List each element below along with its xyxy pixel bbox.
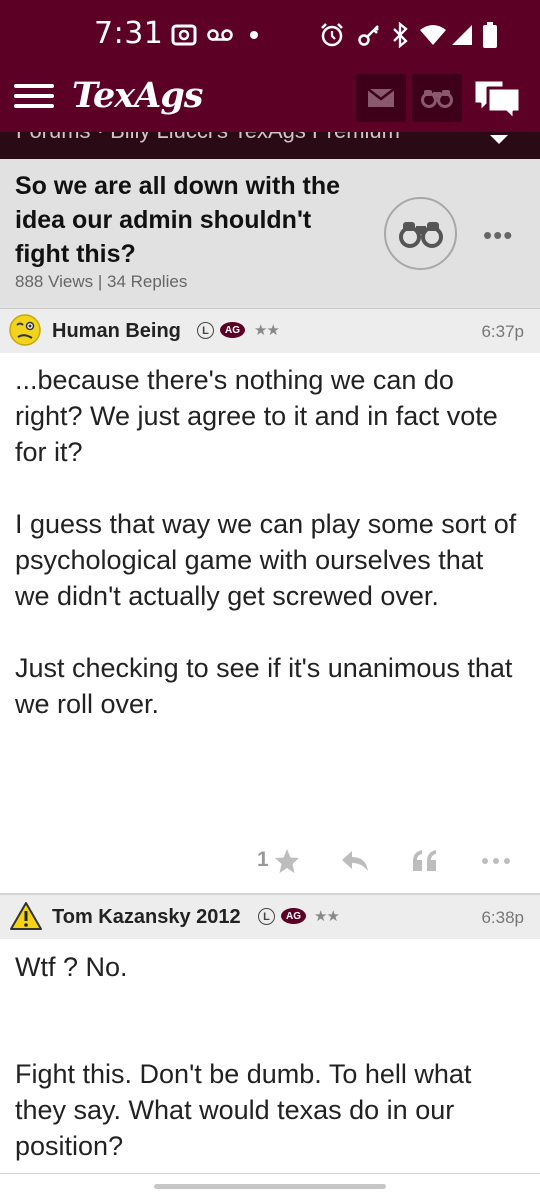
username[interactable]: Tom Kazansky 2012 [52, 906, 241, 929]
like-count: 1 [257, 848, 269, 871]
chevron-down-icon[interactable] [490, 135, 508, 144]
post-paragraph: Wtf ? No. [15, 952, 128, 982]
signal-box-icon [170, 22, 198, 48]
post-divider [0, 1173, 540, 1174]
username[interactable]: Human Being [52, 320, 181, 343]
binoculars-icon[interactable] [412, 74, 462, 122]
post-header: Human Being L AG ★★ 6:37p [0, 309, 540, 353]
key-icon [356, 22, 382, 48]
thread-meta: 888 Views | 34 Replies [15, 272, 188, 291]
lifetime-badge: L [197, 322, 214, 339]
post-paragraph: Fight this. Don't be dumb. To hell what … [15, 1059, 479, 1161]
post-paragraph: Just checking to see if it's unanimous t… [15, 653, 520, 719]
quote-icon[interactable] [410, 846, 440, 876]
bluetooth-icon [390, 22, 410, 48]
post-time: 6:37p [481, 322, 524, 341]
alarm-icon [318, 22, 346, 48]
hamburger-menu-icon[interactable] [14, 80, 54, 114]
ag-badge: AG [281, 908, 306, 924]
app-header: TexAgs [0, 70, 540, 132]
mail-icon[interactable] [356, 74, 406, 122]
status-bar: 7:31 [0, 0, 540, 70]
more-options-icon[interactable]: ••• [483, 222, 513, 248]
texags-logo[interactable]: TexAgs [72, 75, 203, 116]
member-stars: ★★ [314, 908, 340, 925]
binoculars-icon [398, 221, 443, 248]
forum-breadcrumb[interactable]: Forums · Billy Liucci's TexAgs Premium [0, 132, 540, 159]
post-actions: 1 [0, 840, 540, 880]
post-time: 6:38p [481, 908, 524, 927]
thread-header: So we are all down with the idea our adm… [0, 159, 540, 309]
member-stars: ★★ [254, 322, 280, 339]
gesture-nav-handle[interactable] [154, 1184, 386, 1189]
wifi-icon [418, 22, 448, 48]
voicemail-icon [206, 22, 234, 48]
avatar[interactable] [8, 313, 42, 347]
post-body: Wtf ? No. Fight this. Don't be dumb. To … [15, 949, 525, 1164]
chat-bubbles-icon[interactable] [470, 76, 526, 122]
battery-icon [482, 22, 498, 48]
watch-thread-button[interactable] [384, 197, 457, 270]
post-more-options-icon[interactable] [480, 846, 512, 876]
status-time: 7:31 [94, 16, 164, 51]
reply-icon[interactable] [340, 846, 370, 876]
lifetime-badge: L [258, 908, 275, 925]
thread-title: So we are all down with the idea our adm… [15, 172, 341, 268]
breadcrumb-text: Forums · Billy Liucci's TexAgs Premium [16, 132, 400, 144]
dot-icon [248, 22, 260, 48]
post-paragraph: I guess that way we can play some sort o… [15, 509, 524, 611]
avatar[interactable] [10, 901, 44, 935]
cell-signal-icon [450, 22, 474, 48]
post-header: Tom Kazansky 2012 L AG ★★ 6:38p [0, 895, 540, 939]
star-icon[interactable] [272, 846, 302, 876]
post-paragraph: ...because there's nothing we can do rig… [15, 365, 506, 467]
ag-badge: AG [220, 322, 245, 338]
post-body: ...because there's nothing we can do rig… [15, 362, 525, 722]
